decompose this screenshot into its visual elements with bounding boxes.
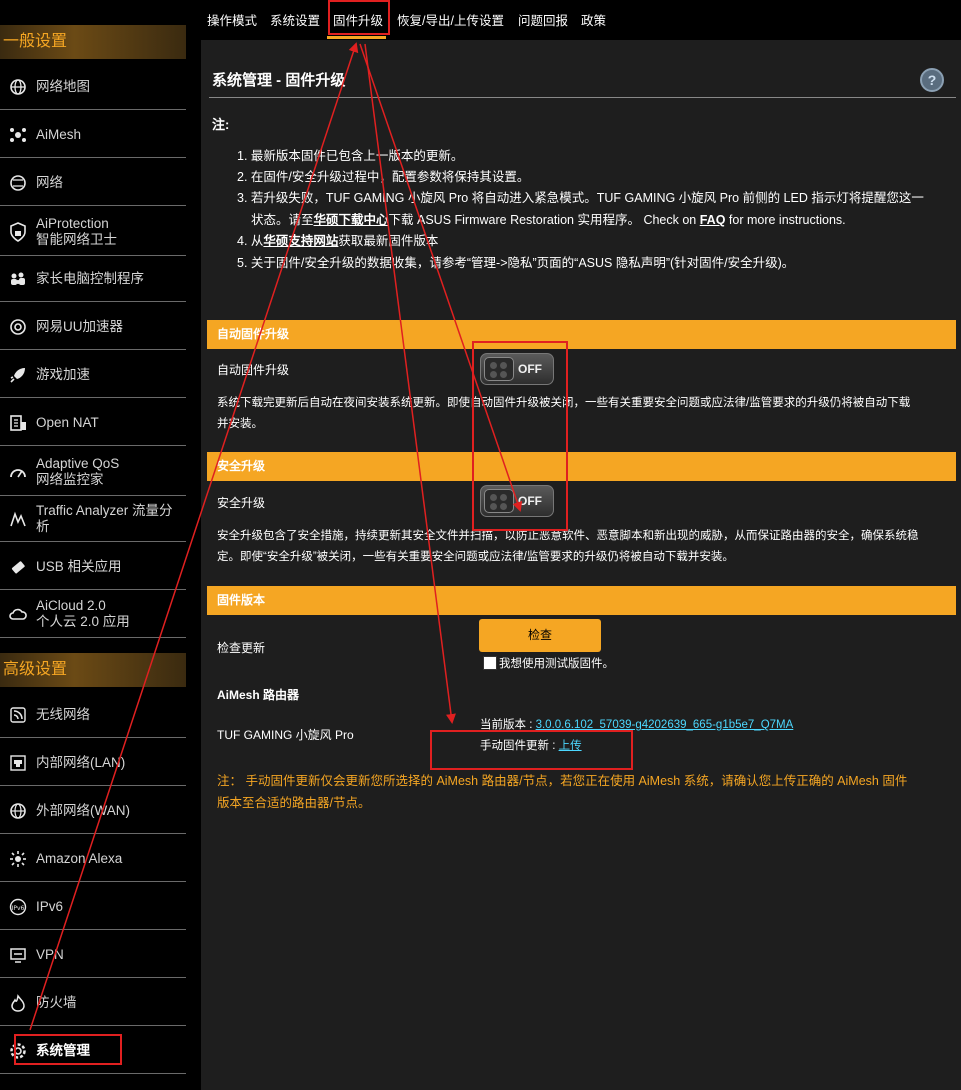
arrow-to-toggles bbox=[359, 43, 523, 512]
arrow-to-firmware-tab bbox=[29, 42, 359, 1031]
annotation-arrows bbox=[29, 42, 523, 1031]
arrow-to-manual-update bbox=[364, 43, 456, 724]
